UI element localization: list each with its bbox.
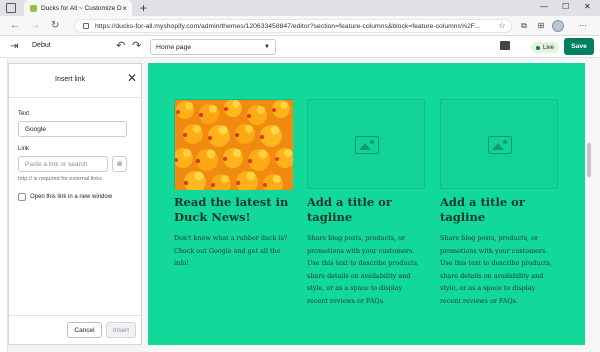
back-button[interactable]: ← [10,19,20,33]
tab-actions-icon[interactable] [6,3,16,13]
new-window-label: Open this link in a new window [30,194,113,200]
maximize-button[interactable]: ☐ [562,2,569,11]
new-tab-button[interactable]: + [140,0,147,16]
image-placeholder [307,99,425,189]
collections-icon[interactable]: ⊞ [536,21,546,31]
column-text: Share blog posts, products, or promotion… [307,234,419,305]
link-field-label: Link [18,146,30,152]
address-bar[interactable]: https://ducks-for-all.myshopify.com/admi… [74,19,512,33]
text-field[interactable]: Google [18,121,127,137]
feature-column-2[interactable]: Add a title or tagline Share blog posts,… [307,99,425,307]
live-dot-icon [536,45,540,50]
live-status-badge: Live [531,42,560,53]
cancel-button[interactable]: Cancel [67,322,102,338]
browser-tab[interactable]: Ducks for All ~ Customize Debut × [24,0,132,16]
rubber-ducks-photo [173,99,295,194]
refresh-button[interactable]: ↻ [51,19,59,33]
close-window-button[interactable]: ✕ [584,2,591,11]
forward-button[interactable]: → [30,19,40,33]
insert-link-panel: Insert link ✕ Text Google Link Paste a l… [8,63,142,345]
page-selector[interactable]: Home page ▼ [150,39,276,55]
close-icon[interactable]: ✕ [127,72,137,84]
more-menu-icon[interactable]: ⋯ [578,21,588,31]
favorite-star-icon[interactable]: ☆ [497,21,507,31]
preview-scrollbar[interactable] [587,143,591,177]
image-placeholder [440,99,558,189]
page-selector-value: Home page [156,43,192,51]
undo-button[interactable]: ↶ [116,39,125,52]
live-label: Live [543,44,555,51]
tab-close-icon[interactable]: × [122,4,127,13]
image-placeholder-icon [355,136,379,154]
profile-avatar[interactable] [552,20,564,32]
feature-column-1[interactable]: Read the latest in Duck News! Don't know… [173,99,295,270]
save-button[interactable]: Save [564,38,594,55]
theme-name: Debut [32,42,51,49]
link-search-input[interactable]: Paste a link or search [18,156,108,172]
minimize-button[interactable]: — [540,2,548,11]
url-text: https://ducks-for-all.myshopify.com/admi… [95,22,480,30]
tab-title: Ducks for All ~ Customize Debut [41,4,122,12]
text-field-label: Text [18,111,30,117]
image-placeholder-icon [488,136,512,154]
lock-icon [83,23,89,29]
clear-link-icon[interactable]: ⊗ [112,156,127,172]
panel-footer: Cancel Insert [9,315,141,344]
extensions-icon[interactable]: ⧉ [519,21,529,31]
rubber-ducks-image [173,99,295,194]
insert-button[interactable]: Insert [106,322,136,338]
browser-tab-strip: Ducks for All ~ Customize Debut × + — ☐ … [0,0,600,16]
column-heading: Add a title or tagline [307,195,392,224]
editor-topbar: ⇥ Debut ↶ ↷ Home page ▼ Live Save [0,36,600,58]
column-text: Don't know what a rubber duck is? Check … [174,234,288,267]
redo-button[interactable]: ↷ [132,39,141,52]
exit-editor-icon[interactable]: ⇥ [10,41,18,52]
column-heading: Read the latest in Duck News! [174,195,289,224]
feature-column-3[interactable]: Add a title or tagline Share blog posts,… [440,99,558,307]
link-help-text: http:// is required for external links [18,176,102,182]
browser-toolbar: ← → ↻ https://ducks-for-all.myshopify.co… [0,16,600,36]
chevron-down-icon: ▼ [264,44,270,50]
left-rail [0,58,8,352]
panel-title: Insert link [55,76,85,83]
shopify-favicon-icon [30,4,37,12]
device-preview-icon[interactable] [500,41,510,50]
new-window-checkbox[interactable] [18,193,26,201]
feature-columns-section[interactable]: Read the latest in Duck News! Don't know… [148,63,585,345]
column-text: Share blog posts, products, or promotion… [440,234,552,305]
column-heading: Add a title or tagline [440,195,525,224]
panel-header: Insert link ✕ [9,64,141,98]
